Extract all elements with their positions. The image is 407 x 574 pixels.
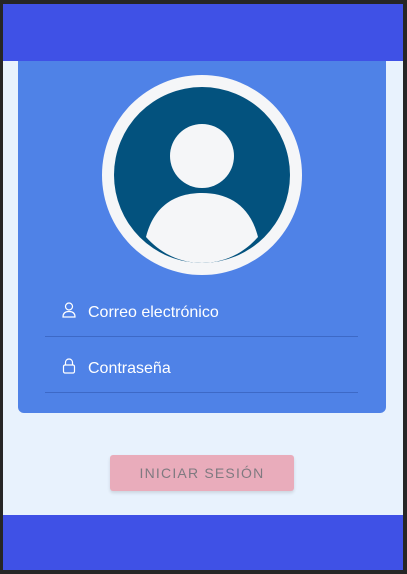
avatar bbox=[102, 75, 302, 275]
email-field-label: Correo electrónico bbox=[88, 304, 219, 321]
top-app-bar bbox=[3, 4, 403, 61]
password-field-label: Contraseña bbox=[88, 360, 171, 377]
avatar-user-icon bbox=[114, 87, 290, 263]
login-button[interactable]: INICIAR SESIÓN bbox=[110, 455, 294, 491]
login-card: Correo electrónico Contraseña bbox=[18, 61, 386, 413]
email-field[interactable]: Correo electrónico bbox=[45, 281, 358, 337]
lock-icon bbox=[62, 358, 76, 374]
app-frame: Correo electrónico Contraseña INICIAR SE… bbox=[3, 4, 403, 570]
user-icon bbox=[62, 302, 76, 318]
bottom-bar bbox=[3, 515, 403, 570]
password-field[interactable]: Contraseña bbox=[45, 337, 358, 393]
